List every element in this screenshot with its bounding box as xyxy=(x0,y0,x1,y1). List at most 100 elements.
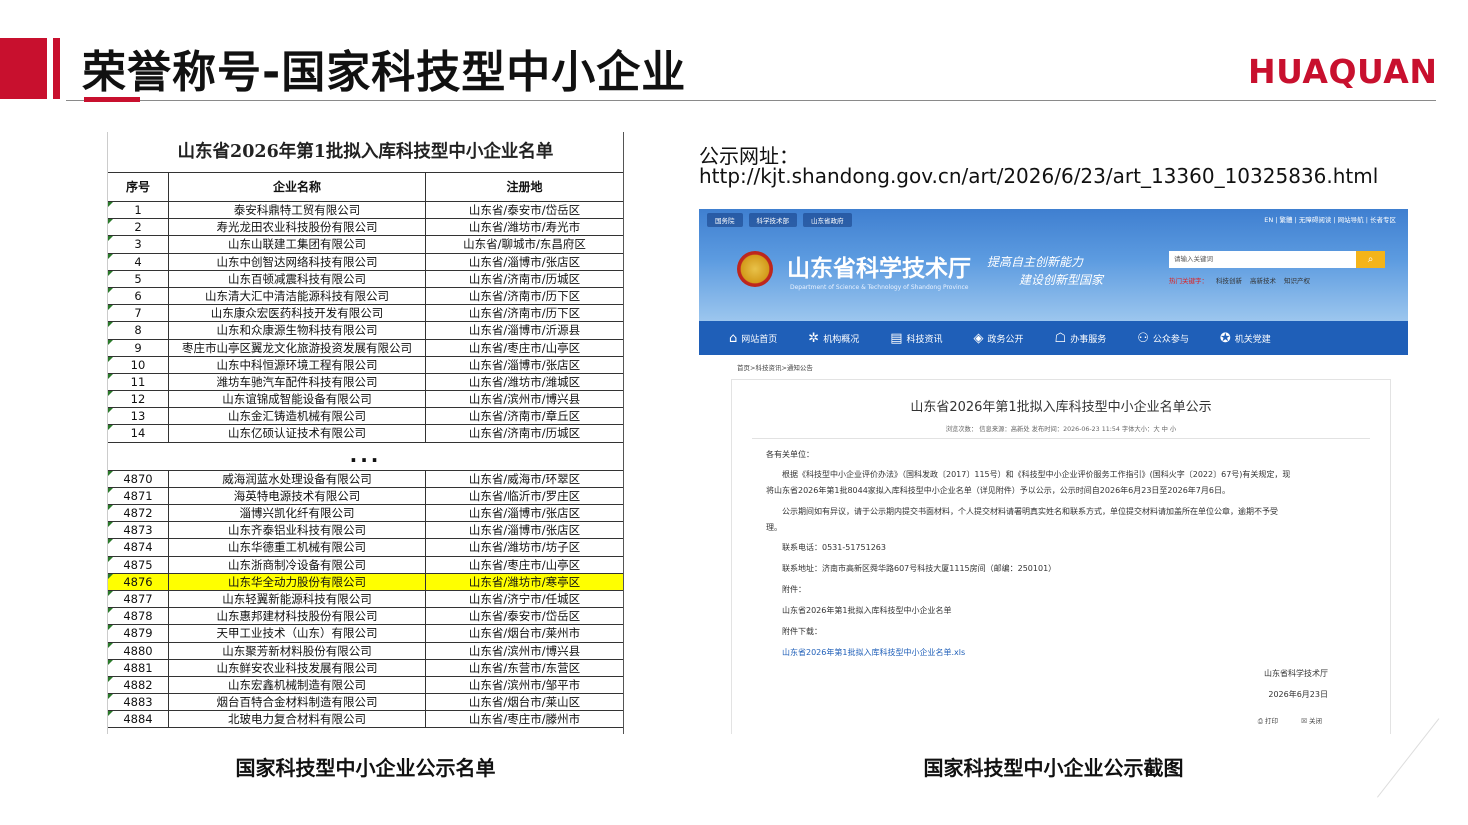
nav-item[interactable]: ⚇ 公众参与 xyxy=(1137,331,1189,346)
table-row: 13 山东金汇铸造机械有限公司 山东省/济南市/章丘区 xyxy=(108,408,623,426)
registered-location: 山东省/泰安市/岱岳区 xyxy=(468,203,581,217)
nav-item[interactable]: ✲ 机构概况 xyxy=(808,331,859,346)
table-rows-bottom: 4870 威海润蓝水处理设备有限公司 山东省/威海市/环翠区 4871 海英特电源技术有… xyxy=(108,470,623,729)
registered-location: 山东省/潍坊市/潍城区 xyxy=(468,374,581,389)
service-icon: ☖ xyxy=(1054,330,1067,346)
notice-title: 山东省2026年第1批拟入库科技型中小企业名单公示 xyxy=(910,400,1212,415)
row-number: 3 xyxy=(108,236,169,253)
page-title: 荣誉称号-国家科技型中小企业 xyxy=(82,47,687,98)
close-icon: ☒ xyxy=(1301,717,1307,725)
registered-location: 山东省/淄博市/张店区 xyxy=(468,254,581,269)
notice-paragraph-2-cont: 理。 xyxy=(766,523,782,532)
site-nav: ⌂ 网站首页 ✲ 机构概况 ▤ 科技资讯 ◈ 政务公开 ☖ 办事服务 ⚇ 公众参与 ✪ 机关党建 xyxy=(699,321,1408,355)
registered-location: 山东省/淄博市/张店区 xyxy=(468,523,581,538)
header-location: 注册地 xyxy=(506,180,543,194)
row-number: 8 xyxy=(108,322,169,339)
table-row: 4 山东中创智达网络科技有限公司 山东省/淄博市/张店区 xyxy=(108,253,623,271)
table-row: 12 山东谊锦成智能设备有限公司 山东省/滨州市/博兴县 xyxy=(108,391,623,409)
row-number: 14 xyxy=(108,425,169,442)
breadcrumb[interactable]: 首页>科技资讯>通知公告 xyxy=(737,362,813,372)
row-number: 4877 xyxy=(108,590,169,608)
hot-keyword[interactable]: 高新技术 xyxy=(1250,277,1276,285)
company-name: 山东华德重工机械有限公司 xyxy=(169,539,426,556)
row-number: 4879 xyxy=(108,625,169,642)
nav-item[interactable]: ✪ 机关党建 xyxy=(1220,331,1271,346)
table-row: 4881 山东鲜安农业科技发展有限公司 山东省/东营市/东营区 xyxy=(108,659,623,677)
registered-location: 山东省/烟台市/莱州市 xyxy=(468,626,581,641)
company-name: 山东惠邦建材科技股份有限公司 xyxy=(169,608,426,625)
attachment-download-link[interactable]: 山东省2026年第1批拟入库科技型中小企业名单.xls xyxy=(782,647,965,658)
nav-item[interactable]: ◈ 政务公开 xyxy=(974,331,1024,346)
notice-url[interactable]: http://kjt.shandong.gov.cn/art/2026/6/23… xyxy=(699,164,1378,188)
company-name: 寿光龙田农业科技股份有限公司 xyxy=(169,219,426,236)
nav-item-label: 科技资讯 xyxy=(906,334,943,345)
row-number: 9 xyxy=(108,339,169,356)
utility-links[interactable]: EN | 繁體 | 无障碍阅读 | 网站导航 | 长者专区 xyxy=(1264,214,1396,224)
company-name: 山东谊锦成智能设备有限公司 xyxy=(169,391,426,408)
notice-phone: 联系电话：0531-51751263 xyxy=(782,543,886,552)
title-divider-accent xyxy=(84,97,140,102)
company-name: 山东中创智达网络科技有限公司 xyxy=(169,253,426,270)
registered-location: 山东省/济南市/历下区 xyxy=(468,306,581,321)
notice-meta: 浏览次数： 信息来源：高新处 发布时间：2026-06-23 11:54 字体大… xyxy=(945,426,1177,433)
caption-list: 国家科技型中小企业公示名单 xyxy=(235,756,496,780)
nav-item-label: 公众参与 xyxy=(1152,334,1189,345)
registered-location: 山东省/潍坊市/寒亭区 xyxy=(468,574,581,589)
table-row: 10 山东中科恒源环境工程有限公司 山东省/淄博市/张店区 xyxy=(108,356,623,374)
row-number: 4884 xyxy=(108,711,169,728)
table-row: 4872 淄博兴凯化纤有限公司 山东省/淄博市/张店区 xyxy=(108,505,623,523)
hot-keyword[interactable]: 科技创新 xyxy=(1216,277,1242,285)
registered-location: 山东省/淄博市/张店区 xyxy=(468,357,581,372)
table-ellipsis: ... xyxy=(108,443,623,471)
site-name-english: Department of Science & Technology of Sh… xyxy=(790,284,969,291)
row-number: 5 xyxy=(108,270,169,287)
row-number: 4872 xyxy=(108,505,169,522)
print-button[interactable]: ⎙ 打印 xyxy=(1258,715,1278,726)
nav-item[interactable]: ⌂ 网站首页 xyxy=(729,331,777,346)
site-banner: 国务院 科学技术部 山东省政府 EN | 繁體 | 无障碍阅读 | 网站导航 |… xyxy=(699,209,1408,321)
nav-item[interactable]: ☖ 办事服务 xyxy=(1055,331,1107,346)
company-name: 烟台百特合金材料制造有限公司 xyxy=(169,694,426,711)
close-button[interactable]: ☒ 关闭 xyxy=(1301,715,1322,725)
row-number: 1 xyxy=(108,202,169,219)
table-row: 6 山东清大汇中清洁能源科技有限公司 山东省/济南市/历下区 xyxy=(108,287,623,306)
table-row: 4884 北玻电力复合材料有限公司 山东省/枣庄市/滕州市 xyxy=(108,711,623,729)
row-number: 2 xyxy=(108,219,169,236)
row-number: 4880 xyxy=(108,642,169,659)
slide: 荣誉称号-国家科技型中小企业 HUAQUAN 山东省2026年第1批拟入库科技型… xyxy=(0,0,1468,825)
table-row: 4879 天甲工业技术（山东）有限公司 山东省/烟台市/莱州市 xyxy=(108,625,623,643)
row-number: 4871 xyxy=(108,487,169,504)
company-name: 泰安科鼎特工贸有限公司 xyxy=(169,202,426,219)
search-button[interactable]: ⌕ xyxy=(1356,251,1385,268)
row-number: 4883 xyxy=(108,694,169,711)
top-link-province[interactable]: 山东省政府 xyxy=(803,213,852,227)
title-divider xyxy=(66,100,1436,101)
search-input[interactable]: 请输入关键词 xyxy=(1169,251,1356,268)
table-row: 9 枣庄市山亭区翼龙文化旅游投资发展有限公司 山东省/枣庄市/山亭区 xyxy=(108,339,623,357)
table-header-row: 序号 企业名称 注册地 xyxy=(108,173,623,202)
table-row: 7 山东康众宏医药科技开发有限公司 山东省/济南市/历下区 xyxy=(108,305,623,323)
company-name: 山东百顿减震科技有限公司 xyxy=(169,270,426,287)
row-number: 4875 xyxy=(108,556,169,573)
company-name: 山东金汇铸造机械有限公司 xyxy=(169,408,426,425)
table-title: 山东省2026年第1批拟入库科技型中小企业名单 xyxy=(108,132,623,173)
row-number: 4881 xyxy=(108,659,169,676)
registered-location: 山东省/济南市/章丘区 xyxy=(468,409,581,424)
notice-divider xyxy=(752,438,1370,439)
company-name: 山东中科恒源环境工程有限公司 xyxy=(169,356,426,373)
company-name: 山东清大汇中清洁能源科技有限公司 xyxy=(169,287,426,305)
notice-attachment-name: 山东省2026年第1批拟入库科技型中小企业名单 xyxy=(782,606,952,615)
table-row: 2 寿光龙田农业科技股份有限公司 山东省/潍坊市/寿光市 xyxy=(108,219,623,237)
registered-location: 山东省/临沂市/罗庄区 xyxy=(468,488,581,503)
row-number: 12 xyxy=(108,391,169,408)
registered-location: 山东省/东营市/东营区 xyxy=(468,660,581,675)
top-link-most[interactable]: 科学技术部 xyxy=(748,213,797,227)
company-name: 山东聚芳新材料股份有限公司 xyxy=(169,642,426,659)
nav-item[interactable]: ▤ 科技资讯 xyxy=(890,331,942,346)
notice-attachment-label: 附件： xyxy=(782,585,806,594)
top-link-state-council[interactable]: 国务院 xyxy=(707,213,743,227)
hot-keyword[interactable]: 知识产权 xyxy=(1284,277,1310,285)
print-icon: ⎙ xyxy=(1257,717,1263,725)
row-number: 4876 xyxy=(108,573,169,590)
search-icon: ⌕ xyxy=(1367,254,1374,265)
